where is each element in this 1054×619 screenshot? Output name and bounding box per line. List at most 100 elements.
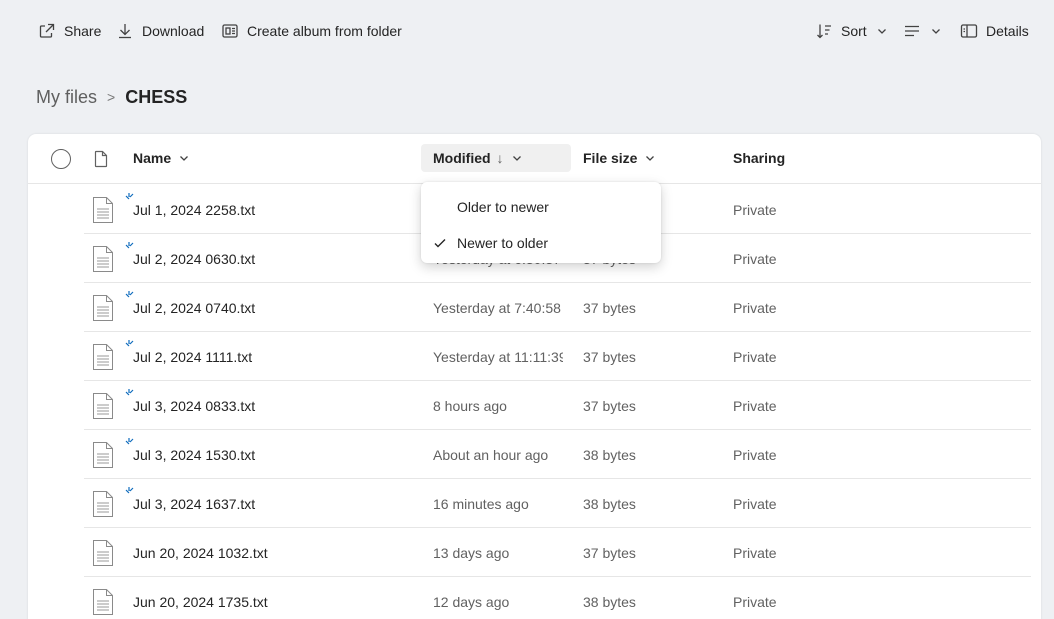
column-file-size-label: File size [583, 150, 638, 166]
file-row[interactable]: Jun 20, 2024 1032.txt 13 days ago 37 bytes… [84, 528, 1031, 577]
text-file-icon [93, 442, 113, 468]
breadcrumb-separator: > [107, 89, 116, 105]
view-options-button[interactable] [903, 18, 941, 44]
file-sharing: Private [733, 594, 777, 610]
text-file-icon [93, 246, 113, 272]
file-name[interactable]: Jul 2, 2024 0630.txt [133, 251, 255, 267]
file-modified: 8 hours ago [433, 398, 507, 414]
column-header-file-size[interactable]: File size [583, 150, 655, 166]
share-label: Share [64, 23, 102, 39]
menu-item-label: Newer to older [457, 235, 549, 251]
chevron-down-icon [512, 156, 521, 161]
chevron-down-icon [932, 29, 940, 34]
file-sharing: Private [733, 300, 777, 316]
column-header-row: Name Modified ↓ File size Sharing [28, 134, 1041, 184]
details-button[interactable]: Details [960, 18, 1029, 44]
file-row[interactable]: Jul 3, 2024 0833.txt 8 hours ago 37 bytes P… [84, 381, 1031, 430]
breadcrumb: My files > CHESS [36, 84, 187, 110]
file-type-icon [94, 150, 108, 168]
column-header-modified[interactable]: Modified ↓ [421, 144, 571, 172]
download-label: Download [142, 23, 205, 39]
chevron-down-icon [180, 156, 189, 161]
file-name[interactable]: Jun 20, 2024 1032.txt [133, 545, 268, 561]
file-sharing: Private [733, 545, 777, 561]
file-size: 37 bytes [583, 349, 636, 365]
new-file-indicator-icon [125, 242, 134, 249]
new-file-indicator-icon [125, 340, 134, 347]
file-sharing: Private [733, 202, 777, 218]
chevron-down-icon [646, 156, 655, 161]
album-icon [222, 24, 238, 38]
file-row[interactable]: Jul 3, 2024 1637.txt 16 minutes ago 38 byt… [84, 479, 1031, 528]
file-name[interactable]: Jul 1, 2024 2258.txt [133, 202, 255, 218]
command-bar: Share Download Create album from folder … [0, 0, 1054, 62]
file-sharing: Private [733, 251, 777, 267]
file-name[interactable]: Jul 2, 2024 0740.txt [133, 300, 255, 316]
file-modified: 16 minutes ago [433, 496, 529, 512]
text-file-icon [93, 344, 113, 370]
sort-button[interactable]: Sort [815, 18, 887, 44]
new-file-indicator-icon [125, 291, 134, 298]
sort-label: Sort [841, 23, 867, 39]
create-album-label: Create album from folder [247, 23, 402, 39]
list-view-icon [905, 25, 919, 37]
column-sharing-label: Sharing [733, 150, 786, 166]
text-file-icon [93, 197, 113, 223]
select-all-checkbox[interactable] [51, 149, 71, 169]
text-file-icon [93, 491, 113, 517]
column-header-sharing: Sharing [733, 150, 785, 166]
file-row[interactable]: Jun 20, 2024 1735.txt 12 days ago 38 bytes… [84, 577, 1031, 619]
menu-item-older-to-newer[interactable]: Older to newer [421, 188, 661, 224]
menu-item-newer-to-older[interactable]: Newer to older [421, 224, 661, 260]
new-file-indicator-icon [125, 193, 134, 200]
create-album-button[interactable]: Create album from folder [221, 18, 402, 44]
text-file-icon [93, 540, 113, 566]
sort-icon [817, 24, 831, 39]
share-button[interactable]: Share [38, 18, 101, 44]
file-size: 38 bytes [583, 594, 636, 610]
file-modified: 12 days ago [433, 594, 510, 610]
download-icon [119, 24, 131, 39]
sort-order-menu: Older to newer Newer to older [421, 182, 661, 263]
file-modified: 13 days ago [433, 545, 510, 561]
chevron-down-icon [877, 29, 886, 34]
column-header-name[interactable]: Name [133, 150, 189, 166]
text-file-icon [93, 295, 113, 321]
text-file-icon [93, 393, 113, 419]
file-size: 38 bytes [583, 447, 636, 463]
file-name[interactable]: Jul 3, 2024 0833.txt [133, 398, 255, 414]
file-size: 37 bytes [583, 545, 636, 561]
new-file-indicator-icon [125, 487, 134, 494]
new-file-indicator-icon [125, 438, 134, 445]
details-pane-icon [960, 24, 978, 38]
file-sharing: Private [733, 398, 777, 414]
file-sharing: Private [733, 447, 777, 463]
file-size: 37 bytes [583, 300, 636, 316]
file-modified: About an hour ago [433, 447, 549, 463]
menu-item-label: Older to newer [457, 199, 549, 215]
file-size: 38 bytes [583, 496, 636, 512]
file-size: 37 bytes [583, 398, 636, 414]
column-modified-label: Modified [433, 150, 491, 166]
sort-arrow-icon: ↓ [496, 150, 504, 166]
file-name[interactable]: Jul 3, 2024 1530.txt [133, 447, 255, 463]
file-row[interactable]: Jul 2, 2024 1111.txt Yesterday at 11:11:3… [84, 332, 1031, 381]
file-modified: Yesterday at 11:11:39 AM [433, 349, 563, 365]
file-row[interactable]: Jul 3, 2024 1530.txt About an hour ago 38 … [84, 430, 1031, 479]
download-button[interactable]: Download [116, 18, 204, 44]
breadcrumb-my-files[interactable]: My files [36, 87, 97, 108]
breadcrumb-current-folder: CHESS [125, 86, 188, 107]
checkmark-icon [434, 239, 446, 248]
text-file-icon [93, 589, 113, 615]
file-modified: Yesterday at 7:40:58 AM [433, 300, 563, 316]
share-icon [39, 23, 55, 38]
new-file-indicator-icon [125, 389, 134, 396]
file-name[interactable]: Jun 20, 2024 1735.txt [133, 594, 268, 610]
file-name[interactable]: Jul 2, 2024 1111.txt [133, 349, 252, 365]
column-name-label: Name [133, 150, 172, 166]
file-row[interactable]: Jul 2, 2024 0740.txt Yesterday at 7:40:58… [84, 283, 1031, 332]
details-label: Details [986, 23, 1029, 39]
file-name[interactable]: Jul 3, 2024 1637.txt [133, 496, 255, 512]
file-sharing: Private [733, 496, 777, 512]
file-sharing: Private [733, 349, 777, 365]
